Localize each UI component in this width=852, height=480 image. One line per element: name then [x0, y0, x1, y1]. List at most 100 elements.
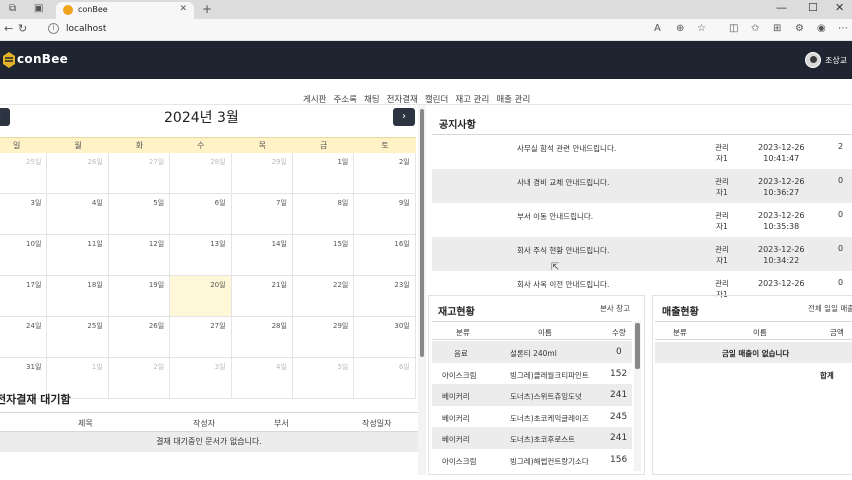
split-screen-icon[interactable]: ◫ — [729, 23, 738, 34]
tab-actions-icon[interactable]: ▣ — [34, 3, 43, 14]
calendar-day[interactable]: 6일 — [354, 358, 416, 399]
calendar-day[interactable]: 2일 — [354, 153, 416, 194]
refresh-icon[interactable]: ↻ — [18, 22, 27, 35]
notice-subject[interactable]: 회사 사옥 이전 안내드립니다. — [517, 279, 609, 290]
zoom-icon[interactable]: ⊕ — [676, 23, 684, 34]
calendar-day[interactable]: 7일 — [231, 194, 293, 235]
inventory-row[interactable]: 베이커리 도너츠)초코후로스트 241 — [432, 427, 632, 450]
workspaces-icon[interactable]: ⧉ — [9, 3, 16, 14]
inventory-row[interactable]: 아이스크림 빙그레)클레월크티파인트 152 — [432, 363, 632, 385]
logo-text[interactable]: conBee — [17, 52, 68, 66]
notice-row[interactable]: 부서 이동 안내드립니다. 관리자1 2023-12-26 10:35:38 0 — [432, 203, 852, 237]
calendar-day[interactable]: 18일 — [47, 276, 109, 317]
profile-icon[interactable]: ◉ — [817, 23, 826, 34]
notice-subject[interactable]: 부서 이동 안내드립니다. — [517, 211, 593, 222]
new-tab-icon[interactable]: + — [202, 2, 212, 16]
url-field[interactable]: localhost — [66, 24, 106, 34]
col-date: 작성일자 — [362, 419, 392, 428]
prev-month-button[interactable]: ‹ — [0, 108, 10, 126]
notice-date-day: 2023-12-26 — [758, 211, 805, 220]
calendar-day[interactable]: 21일 — [231, 276, 293, 317]
extensions-icon[interactable]: ⚙ — [795, 23, 804, 34]
read-aloud-icon[interactable]: A — [654, 23, 661, 34]
calendar-day[interactable]: 30일 — [354, 317, 416, 358]
calendar-day[interactable]: 10일 — [0, 235, 48, 276]
calendar-day[interactable]: 29일 — [231, 153, 293, 194]
calendar-day[interactable]: 4일 — [47, 194, 109, 235]
calendar-day[interactable]: 1일 — [292, 153, 355, 194]
avatar[interactable] — [805, 52, 821, 68]
notice-row[interactable]: 회사 주식 현황 안내드립니다. 관리자1 2023-12-26 10:34:22 0 — [432, 237, 852, 271]
calendar-day[interactable]: 13일 — [170, 235, 232, 276]
notice-subject[interactable]: 사무실 함석 관련 안내드립니다. — [517, 143, 616, 154]
notice-date: 2023-12-26 10:41:47 — [758, 142, 805, 164]
inventory-scrollbar[interactable] — [634, 321, 641, 471]
minimize-icon[interactable]: — — [776, 1, 787, 14]
sales-filter[interactable]: 전체 일일 매출 — [808, 303, 852, 314]
calendar-day[interactable]: 28일 — [231, 317, 293, 358]
maximize-icon[interactable]: ☐ — [808, 1, 818, 14]
warehouse-link[interactable]: 본사 창고 — [600, 303, 630, 314]
calendar-day[interactable]: 5일 — [292, 358, 355, 399]
calendar-day[interactable]: 26일 — [47, 153, 109, 194]
back-icon[interactable]: ← — [4, 22, 13, 35]
calendar-day[interactable]: 5일 — [108, 194, 171, 235]
close-window-icon[interactable]: ✕ — [835, 1, 844, 14]
page-scrollbar[interactable] — [418, 105, 426, 475]
calendar-day[interactable]: 24일 — [0, 317, 48, 358]
close-tab-icon[interactable]: ✕ — [179, 4, 187, 14]
calendar-day[interactable]: 26일 — [108, 317, 171, 358]
approval-empty: 결재 대기중인 문서가 없습니다. — [0, 432, 418, 452]
inventory-qty: 241 — [610, 433, 628, 444]
inventory-row[interactable]: 베이커리 도너츠)스위트츄잉도넛 241 — [432, 384, 632, 407]
calendar-day-today[interactable]: 20일 — [170, 276, 232, 317]
scrollbar-thumb[interactable] — [635, 323, 640, 369]
calendar-day[interactable]: 27일 — [170, 317, 232, 358]
collections-icon[interactable]: ⊞ — [773, 23, 781, 34]
calendar-day[interactable]: 22일 — [292, 276, 355, 317]
browser-tab[interactable]: conBee ✕ — [56, 2, 194, 19]
calendar-day[interactable]: 15일 — [292, 235, 355, 276]
calendar-day[interactable]: 25일 — [0, 153, 48, 194]
notice-views: 0 — [838, 244, 844, 253]
divider — [0, 104, 852, 105]
notice-subject[interactable]: 사내 경비 교체 안내드립니다. — [517, 177, 609, 188]
calendar-day[interactable]: 25일 — [47, 317, 109, 358]
calendar-day[interactable]: 6일 — [170, 194, 232, 235]
next-month-button[interactable]: › — [393, 108, 415, 126]
inventory-category: 아이스크림 — [442, 370, 477, 380]
calendar-day[interactable]: 17일 — [0, 276, 48, 317]
calendar-day[interactable]: 16일 — [354, 235, 416, 276]
inventory-row[interactable]: 아이스크림 빙그레)해썹컨트랑기소다 156 — [432, 449, 632, 471]
inventory-header: 분류 이름 수량 — [432, 321, 632, 340]
inventory-row[interactable]: 음료 설론티 240ml 0 — [432, 341, 632, 363]
user-name[interactable]: 조상교 — [825, 55, 847, 66]
calendar-day[interactable]: 11일 — [47, 235, 109, 276]
more-icon[interactable]: ⋯ — [838, 23, 848, 34]
scrollbar-thumb[interactable] — [420, 109, 424, 357]
calendar-day[interactable]: 19일 — [108, 276, 171, 317]
calendar-day[interactable]: 29일 — [292, 317, 355, 358]
calendar-day[interactable]: 4일 — [231, 358, 293, 399]
calendar-day[interactable]: 12일 — [108, 235, 171, 276]
favorites-icon[interactable]: ✩ — [751, 23, 759, 34]
sales-header: 분류 이름 금액 — [655, 321, 852, 340]
calendar-day[interactable]: 8일 — [292, 194, 355, 235]
calendar-day[interactable]: 27일 — [108, 153, 171, 194]
calendar-day[interactable]: 28일 — [170, 153, 232, 194]
bee-logo-icon[interactable] — [2, 51, 16, 69]
sales-empty-text: 금일 매출이 없습니다 — [722, 349, 790, 358]
inventory-row[interactable]: 베이커리 도너츠)초코케익글레이즈 245 — [432, 406, 632, 428]
calendar-day[interactable]: 2일 — [108, 358, 171, 399]
inventory-qty: 241 — [610, 390, 628, 401]
notice-row[interactable]: 사무실 함석 관련 안내드립니다. 관리자1 2023-12-26 10:41:47 2 — [432, 135, 852, 169]
notice-subject[interactable]: 회사 주식 현황 안내드립니다. — [517, 245, 609, 256]
calendar-day[interactable]: 3일 — [0, 194, 48, 235]
calendar-day[interactable]: 9일 — [354, 194, 416, 235]
site-info-icon[interactable]: i — [48, 23, 59, 34]
calendar-day[interactable]: 14일 — [231, 235, 293, 276]
notice-row[interactable]: 사내 경비 교체 안내드립니다. 관리자1 2023-12-26 10:36:27 0 — [432, 169, 852, 203]
calendar-day[interactable]: 3일 — [170, 358, 232, 399]
favorite-star-icon[interactable]: ☆ — [697, 23, 706, 34]
calendar-day[interactable]: 23일 — [354, 276, 416, 317]
